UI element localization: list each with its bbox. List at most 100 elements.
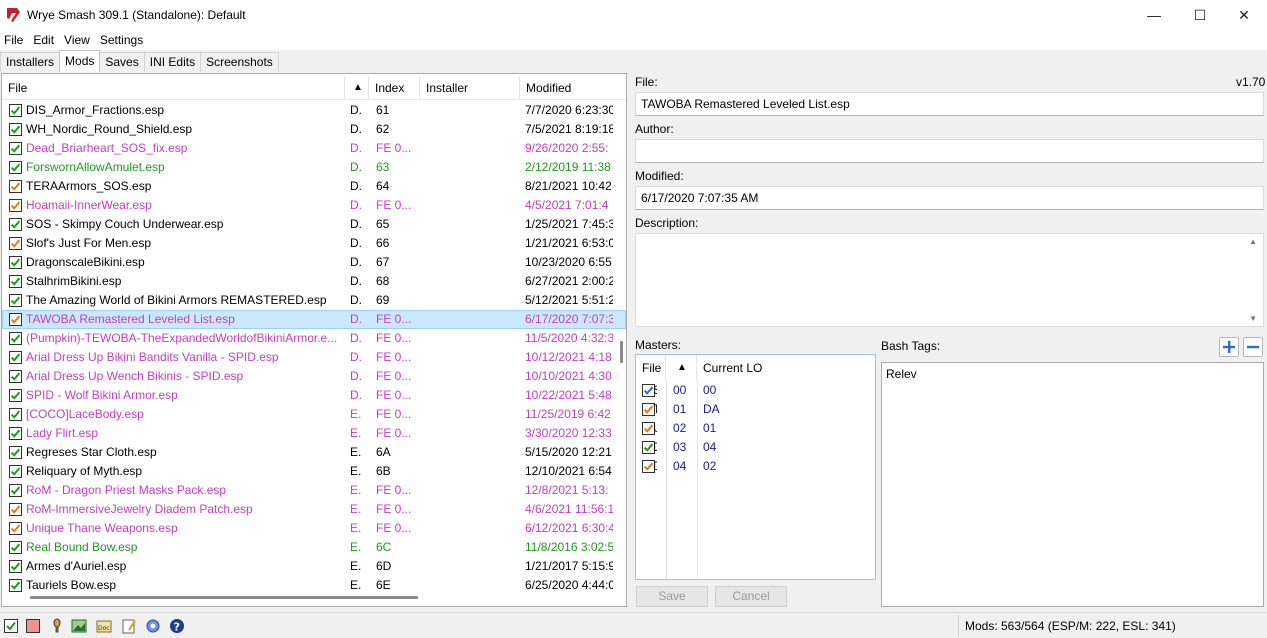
vertical-scrollbar-thumb[interactable] <box>620 341 623 363</box>
mod-checkbox-icon[interactable] <box>9 275 22 288</box>
mod-checkbox-icon[interactable] <box>9 256 22 269</box>
save-button[interactable]: Save <box>636 586 708 607</box>
mod-row[interactable]: Armes d'Auriel.esp E. 6D 1/21/2017 5:15:9 <box>2 557 626 576</box>
mod-row[interactable]: Reliquary of Myth.esp E. 6B 12/10/2021 6:54 <box>2 462 626 481</box>
file-name-field[interactable]: TAWOBA Remastered Leveled List.esp <box>635 92 1264 116</box>
mod-checkbox-icon[interactable] <box>9 484 22 497</box>
mod-checkbox-icon[interactable] <box>9 237 22 250</box>
mod-checkbox-icon[interactable] <box>9 294 22 307</box>
bash-tags-field[interactable]: Relev <box>881 362 1264 607</box>
column-modified[interactable]: Modified <box>520 76 626 100</box>
mods-list[interactable]: File ▲ Index Installer Modified DIS_Armo… <box>1 73 627 607</box>
master-row[interactable]: D 03 04 <box>636 438 875 457</box>
maximize-button[interactable]: ☐ <box>1177 0 1223 30</box>
mod-row[interactable]: TAWOBA Remastered Leveled List.esp D. FE 0… <box>2 310 626 329</box>
mod-checkbox-icon[interactable] <box>9 180 22 193</box>
mod-row[interactable]: DIS_Armor_Fractions.esp D. 61 7/7/2020 6:23… <box>2 101 626 120</box>
mod-row[interactable]: [COCO]LaceBody.esp E. FE 0... 11/25/2019 6:… <box>2 405 626 424</box>
tab-mods[interactable]: Mods <box>59 50 101 72</box>
mod-row[interactable]: WH_Nordic_Round_Shield.esp D. 62 7/5/2021 8… <box>2 120 626 139</box>
mod-checkbox-icon[interactable] <box>9 199 22 212</box>
horizontal-scrollbar-thumb[interactable] <box>30 596 418 599</box>
mod-checkbox-icon[interactable] <box>9 522 22 535</box>
tab-screenshots[interactable]: Screenshots <box>200 52 279 72</box>
tab-ini-edits[interactable]: INI Edits <box>143 52 202 72</box>
scroll-up-arrow-icon[interactable]: ▲ <box>1249 237 1257 246</box>
mod-row[interactable]: Dead_Briarheart_SOS_fix.esp D. FE 0... 9/26… <box>2 139 626 158</box>
mod-row[interactable]: Tauriels Bow.esp E. 6E 6/25/2020 4:44:0 <box>2 576 626 595</box>
close-button[interactable]: ✕ <box>1221 0 1267 30</box>
mod-checkbox-icon[interactable] <box>9 142 22 155</box>
menu-edit[interactable]: Edit <box>28 30 59 50</box>
author-field[interactable] <box>635 139 1264 163</box>
modified-field[interactable]: 6/17/2020 7:07:35 AM <box>635 186 1264 210</box>
menu-settings[interactable]: Settings <box>95 30 148 50</box>
masters-column-current-lo[interactable]: Current LO <box>697 355 875 381</box>
mod-row[interactable]: ForswornAllowAmulet.esp D. 63 2/12/2019 11:… <box>2 158 626 177</box>
remove-tag-button[interactable] <box>1243 337 1263 357</box>
mod-checkbox-icon[interactable] <box>9 332 22 345</box>
red-square-icon[interactable] <box>25 618 41 634</box>
column-index[interactable]: Index <box>369 76 420 100</box>
mod-checkbox-icon[interactable] <box>9 465 22 478</box>
mod-checkbox-icon[interactable] <box>9 370 22 383</box>
master-row[interactable]: D 04 02 <box>636 457 875 476</box>
mod-row[interactable]: SPID - Wolf Bikini Armor.esp D. FE 0... 10/… <box>2 386 626 405</box>
mod-checkbox-icon[interactable] <box>9 161 22 174</box>
mod-row[interactable]: Regreses Star Cloth.esp E. 6A 5/15/2020 12:… <box>2 443 626 462</box>
notepad-icon[interactable] <box>121 618 137 634</box>
mod-row[interactable]: Lady Flirt.esp E. FE 0... 3/30/2020 12:33 <box>2 424 626 443</box>
masters-sort-ascending-icon[interactable]: ▲ <box>666 355 697 381</box>
mod-row[interactable]: RoM - Dragon Priest Masks Pack.esp E. FE 0… <box>2 481 626 500</box>
mod-checkbox-icon[interactable] <box>9 408 22 421</box>
tools-icon[interactable] <box>49 618 65 634</box>
mod-row[interactable]: (Pumpkin)-TEWOBA-TheExpandedWorldofBikin… <box>2 329 626 348</box>
menu-file[interactable]: File <box>0 30 28 50</box>
master-row[interactable]: T 01 DA <box>636 400 875 419</box>
mod-checkbox-icon[interactable] <box>9 351 22 364</box>
column-file[interactable]: File <box>2 76 345 100</box>
help-icon[interactable]: ? <box>169 618 185 634</box>
mod-row[interactable]: RoM-ImmersiveJewelry Diadem Patch.esp E. F… <box>2 500 626 519</box>
scroll-down-arrow-icon[interactable]: ▼ <box>1249 314 1257 323</box>
image-icon[interactable] <box>71 618 87 634</box>
mod-checkbox-icon[interactable] <box>9 427 22 440</box>
mod-checkbox-icon[interactable] <box>9 313 22 326</box>
minimize-button[interactable]: — <box>1131 0 1177 30</box>
mod-row[interactable]: Arial Dress Up Bikini Bandits Vanilla - … <box>2 348 626 367</box>
mod-checkbox-icon[interactable] <box>9 541 22 554</box>
mod-checkbox-icon[interactable] <box>9 560 22 573</box>
mod-row[interactable]: Arial Dress Up Wench Bikinis - SPID.esp D… <box>2 367 626 386</box>
cancel-button[interactable]: Cancel <box>715 586 787 607</box>
add-tag-button[interactable] <box>1219 337 1239 357</box>
mod-checkbox-icon[interactable] <box>9 104 22 117</box>
tab-installers[interactable]: Installers <box>0 52 61 72</box>
description-field[interactable]: ▲ ▼ <box>635 233 1264 327</box>
mod-checkbox-icon[interactable] <box>9 579 22 592</box>
mod-checkbox-icon[interactable] <box>9 389 22 402</box>
mod-row[interactable]: Slof's Just For Men.esp D. 66 1/21/2021 6:5… <box>2 234 626 253</box>
mod-row[interactable]: The Amazing World of Bikini Armors REMAS… <box>2 291 626 310</box>
mod-checkbox-icon[interactable] <box>9 503 22 516</box>
master-row[interactable]: S 00 00 <box>636 381 875 400</box>
masters-list[interactable]: File ▲ Current LO S 00 00 T 01 DA U 02 01 D 03 04 D 0… <box>635 354 876 580</box>
column-installer[interactable]: Installer <box>420 76 520 100</box>
mod-checkbox-icon[interactable] <box>9 446 22 459</box>
mod-row[interactable]: DragonscaleBikini.esp D. 67 10/23/2020 6:55 <box>2 253 626 272</box>
mod-row[interactable]: Hoamaii-InnerWear.esp D. FE 0... 4/5/2021 7… <box>2 196 626 215</box>
mod-row[interactable]: SOS - Skimpy Couch Underwear.esp D. 65 1/25… <box>2 215 626 234</box>
document-icon[interactable]: Doc <box>96 618 112 634</box>
mod-row[interactable]: TERAArmors_SOS.esp D. 64 8/21/2021 10:42 <box>2 177 626 196</box>
mod-checkbox-icon[interactable] <box>9 123 22 136</box>
tab-saves[interactable]: Saves <box>99 52 145 72</box>
checkbox-icon[interactable] <box>3 618 19 634</box>
masters-column-file[interactable]: File <box>636 355 666 381</box>
mod-row[interactable]: Unique Thane Weapons.esp E. FE 0... 6/12/20… <box>2 519 626 538</box>
mod-row[interactable]: StalhrimBikini.esp D. 68 6/27/2021 2:00:2 <box>2 272 626 291</box>
master-row[interactable]: U 02 01 <box>636 419 875 438</box>
mod-row[interactable]: Real Bound Bow.esp E. 6C 11/8/2016 3:02:5 <box>2 538 626 557</box>
settings-icon[interactable] <box>145 618 161 634</box>
sort-ascending-icon[interactable]: ▲ <box>345 76 369 100</box>
menu-view[interactable]: View <box>59 30 95 50</box>
mod-checkbox-icon[interactable] <box>9 218 22 231</box>
